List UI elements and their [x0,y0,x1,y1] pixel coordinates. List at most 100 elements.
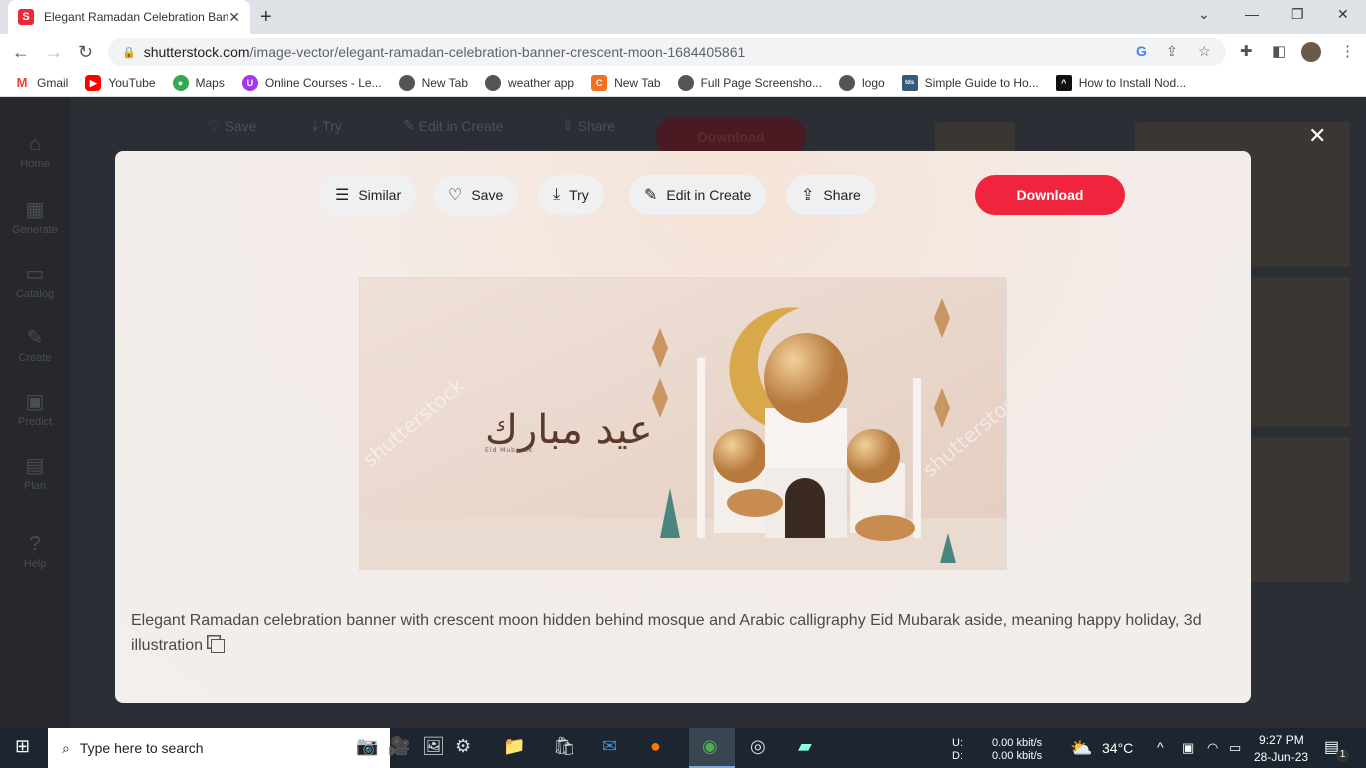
bookmark-simple-guide[interactable]: tds Simple Guide to Ho... [901,75,1039,91]
browser-tab[interactable]: S Elegant Ramadan Celebration Banner ✕ [8,0,250,34]
download-button[interactable]: Download [975,175,1125,215]
bookmark-label: weather app [508,76,575,90]
windows-start-icon[interactable]: ⊞ [15,736,30,757]
minimize-button[interactable]: — [1245,6,1259,22]
bg-label: Save [224,117,257,134]
bookmark-weather-app[interactable]: weather app [485,75,574,91]
bg-edit: ✎ Edit in Create [403,117,503,134]
meet-now-icon[interactable]: ▣ [1182,740,1194,756]
share-button[interactable]: ⇪ Share [786,175,876,215]
globe-icon [398,75,415,91]
sidebar-label: Predict [17,416,53,428]
bookmark-install-node[interactable]: ^ How to Install Nod... [1055,75,1186,91]
preview-image: عيد مبارك Eid Mubarak shutterstock shutt… [359,277,1007,570]
sidebar-item-predict[interactable]: ▣ Predict [0,389,70,428]
share-icon: ⇪ [562,117,578,133]
menu-icon[interactable]: ⋮ [1340,42,1355,60]
bookmark-gmail[interactable]: M Gmail [14,75,69,91]
bookmark-online-courses[interactable]: U Online Courses - Le... [241,75,382,91]
bookmark-new-tab[interactable]: New Tab [398,75,469,91]
bg-label: Edit in Create [418,117,504,134]
eid-mubarak-illustration: عيد مبارك Eid Mubarak shutterstock shutt… [360,278,1006,569]
photos-icon[interactable]: 🖼 [422,736,445,757]
generate-icon: ▦ [25,199,45,221]
sidebar-item-plan[interactable]: ▤ Plan [0,453,70,492]
back-button[interactable]: ← [12,42,30,63]
taskbar-search[interactable]: ⌕ Type here to search [48,728,390,768]
firefox-icon[interactable]: ● [650,736,661,757]
close-window-button[interactable]: ✕ [1337,6,1349,23]
forward-button[interactable]: → [45,42,63,63]
bg-share: ⇪ Share [562,117,615,134]
mail-icon[interactable]: ✉ [602,736,617,757]
button-label: Similar [358,187,402,203]
extensions-icon[interactable]: ✚ [1240,42,1253,60]
clock-date[interactable]: 28-Jun-23 [1254,750,1308,764]
bookmark-label: New Tab [421,76,469,90]
bookmark-label: YouTube [108,76,156,90]
bg-label: Share [577,117,615,134]
settings-icon[interactable]: ⚙ [455,736,471,757]
bookmarks-bar: M Gmail ▶ YouTube ● Maps U Online Courses - … [0,70,1366,97]
taskbar: ⊞ ⌕ Type here to search 📷 🎥 🖼 ⚙ 📁 🛍 ✉ ● ◉… [0,728,1366,768]
weather-temp[interactable]: 34°C [1102,740,1133,756]
save-button[interactable]: ♡ Save [433,175,519,215]
bg-try: ⤓ Try [312,117,342,134]
address-bar[interactable]: 🔒 shutterstock.com/image-vector/elegant-… [108,38,1226,66]
button-label: Edit in Create [666,187,752,203]
app-icon[interactable]: ◎ [750,736,766,757]
tab-search-icon[interactable]: ⌄ [1198,6,1210,23]
sidebar-item-generate[interactable]: ▦ Generate [0,197,70,236]
new-tab-button[interactable]: + [260,6,272,29]
sidebar-label: Create [18,352,52,364]
restore-button[interactable]: ❐ [1291,6,1304,23]
sidebar-item-create[interactable]: ✎ Create [0,325,70,364]
bookmark-logo[interactable]: logo [838,75,885,91]
tab-close-icon[interactable]: ✕ [228,9,240,26]
edit-in-create-button[interactable]: ✎ Edit in Create [629,175,767,215]
file-explorer-icon[interactable]: 📁 [503,736,525,757]
app-icon-2[interactable]: ▰ [798,736,812,757]
google-icon[interactable]: G [1136,43,1147,59]
chrome-taskbar-button[interactable]: ◉ [689,728,735,768]
similar-button[interactable]: ☰ Similar [320,175,417,215]
bookmark-star-icon[interactable]: ☆ [1198,43,1211,60]
new-tab-favicon-icon: C [591,75,608,91]
button-label: Try [569,187,589,203]
video-icon[interactable]: 🎥 [388,736,410,757]
bookmark-full-page-screenshot[interactable]: Full Page Screensho... [677,75,822,91]
url-host: shutterstock.com [143,44,250,60]
bookmark-new-tab-2[interactable]: C New Tab [591,75,661,91]
bookmark-label: Full Page Screensho... [700,76,822,90]
try-button[interactable]: ⤓ Try [538,175,604,215]
tab-strip: S Elegant Ramadan Celebration Banner ✕ +… [0,0,1366,34]
side-panel-icon[interactable]: ◧ [1272,42,1286,60]
sidebar-label: Plan [23,480,47,492]
sidebar-item-home[interactable]: ⌂ Home [0,133,70,170]
weather-cloud-icon[interactable]: ⛅ [1070,738,1092,759]
sidebar-item-help[interactable]: ? Help [0,533,70,570]
bookmark-maps[interactable]: ● Maps [172,75,225,91]
store-icon[interactable]: 🛍 [553,736,576,757]
edit-icon: ✎ [403,117,419,133]
close-modal-icon[interactable]: ✕ [1308,123,1326,149]
sidebar-item-catalog[interactable]: ▭ Catalog [0,261,70,300]
bookmark-label: Simple Guide to Ho... [924,76,1039,90]
sidebar-label: Generate [12,224,58,236]
net-down-label: D: [952,750,963,762]
clock-time[interactable]: 9:27 PM [1259,733,1304,747]
tray-chevron-icon[interactable]: ^ [1157,739,1164,755]
globe-icon [677,75,694,91]
camera-icon[interactable]: 📷 [356,736,378,757]
globe-icon [485,75,502,91]
chrome-icon: ◉ [702,736,718,756]
help-icon: ? [29,533,41,555]
copy-icon[interactable] [211,638,226,653]
share-page-icon[interactable]: ⇪ [1166,43,1178,60]
profile-avatar[interactable] [1301,42,1321,62]
bookmark-youtube[interactable]: ▶ YouTube [85,75,156,91]
battery-icon[interactable]: ▭ [1229,740,1241,756]
wifi-icon[interactable]: ◠ [1207,740,1218,756]
catalog-icon: ▭ [25,263,45,285]
reload-button[interactable]: ↻ [78,42,93,63]
